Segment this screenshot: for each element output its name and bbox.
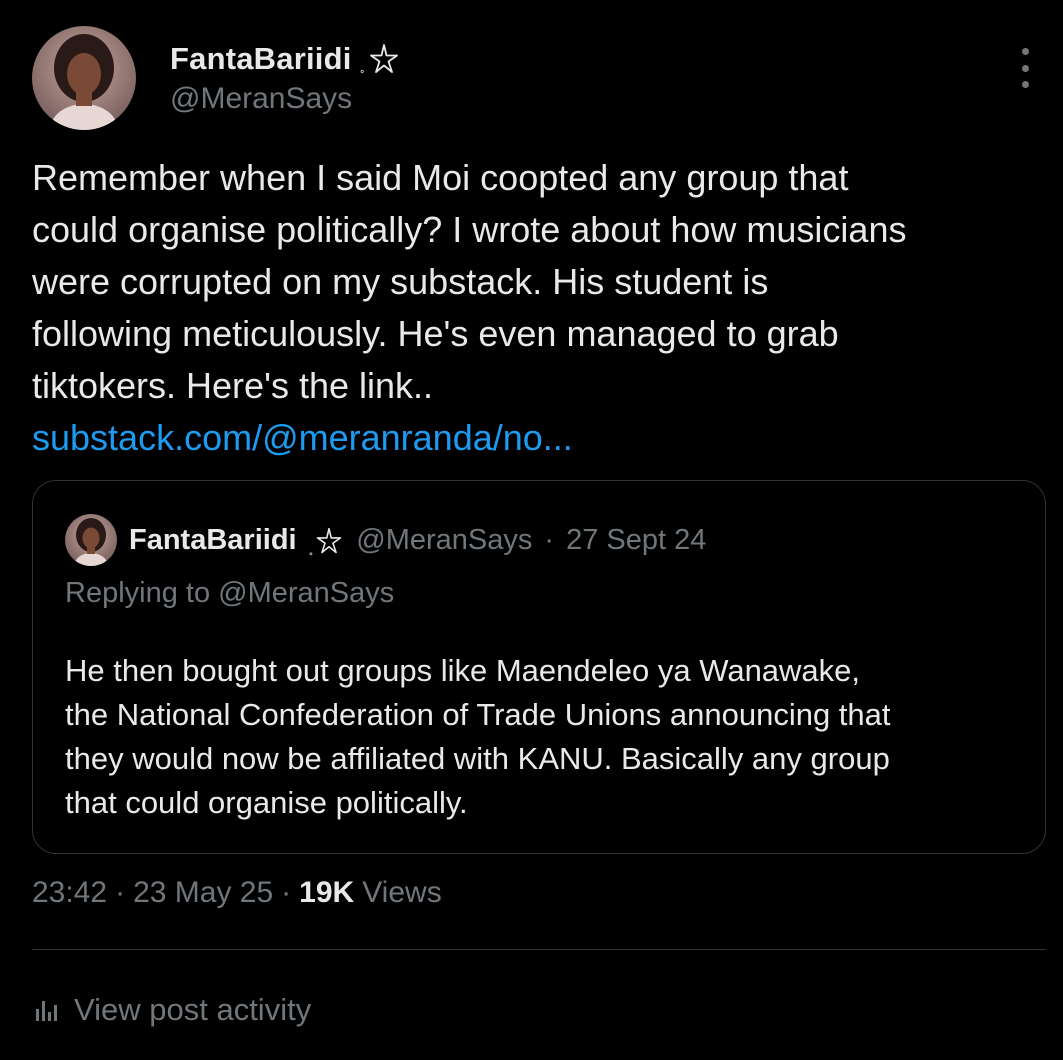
name-decoration: ˳: [360, 42, 401, 76]
post-header: FantaBariidi ˳ @MeranSays: [32, 26, 1032, 132]
post-link[interactable]: substack.com/@meranranda/no...: [32, 417, 573, 458]
divider: [32, 949, 1046, 950]
display-name-row: FantaBariidi ˳: [170, 40, 401, 78]
author-avatar[interactable]: [32, 26, 136, 130]
separator-dot: ·: [544, 523, 555, 556]
quoted-author-handle: @MeranSays: [356, 523, 533, 556]
ring-glyph: ˳: [359, 57, 365, 74]
ring-glyph: ˳: [308, 539, 314, 555]
separator-dot: ·: [281, 876, 292, 909]
view-post-activity-button[interactable]: View post activity: [32, 992, 311, 1028]
post-date[interactable]: 23 May 25: [133, 876, 273, 910]
replying-to-label: Replying to @MeranSays: [65, 577, 395, 609]
quoted-post-card[interactable]: FantaBariidi ˳ @MeranSays · 27 Sept 24 R…: [32, 480, 1046, 854]
quoted-post-header: FantaBariidi ˳ @MeranSays · 27 Sept 24: [65, 513, 706, 567]
views-count: 19K: [299, 876, 355, 909]
view-post-activity-label: View post activity: [74, 992, 312, 1027]
quoted-name-decoration: ˳: [309, 524, 345, 556]
post-time[interactable]: 23:42: [32, 876, 107, 910]
more-vertical-icon[interactable]: [1018, 48, 1032, 88]
star-outline-icon: [317, 527, 342, 554]
post-text: Remember when I said Moi coopted any gro…: [32, 152, 1052, 464]
author-handle[interactable]: @MeranSays: [170, 82, 401, 116]
author-name-block: FantaBariidi ˳ @MeranSays: [170, 40, 401, 116]
quoted-post-text: He then bought out groups like Maendeleo…: [65, 653, 891, 820]
post-body: Remember when I said Moi coopted any gro…: [32, 157, 907, 406]
star-outline-icon: [369, 44, 398, 73]
author-display-name[interactable]: FantaBariidi: [170, 41, 352, 77]
more-dot: [1021, 48, 1029, 55]
quoted-author-avatar: [65, 514, 117, 566]
post-meta: 23:42 · 23 May 25 · 19K Views: [32, 876, 442, 910]
more-dot: [1021, 81, 1029, 88]
views-label: Views: [362, 876, 442, 909]
more-dot: [1021, 64, 1029, 72]
quoted-post-date: 27 Sept 24: [566, 523, 707, 556]
bar-chart-icon: [36, 1001, 57, 1021]
quoted-author-name: FantaBariidi: [129, 523, 297, 556]
separator-dot: ·: [115, 876, 126, 909]
